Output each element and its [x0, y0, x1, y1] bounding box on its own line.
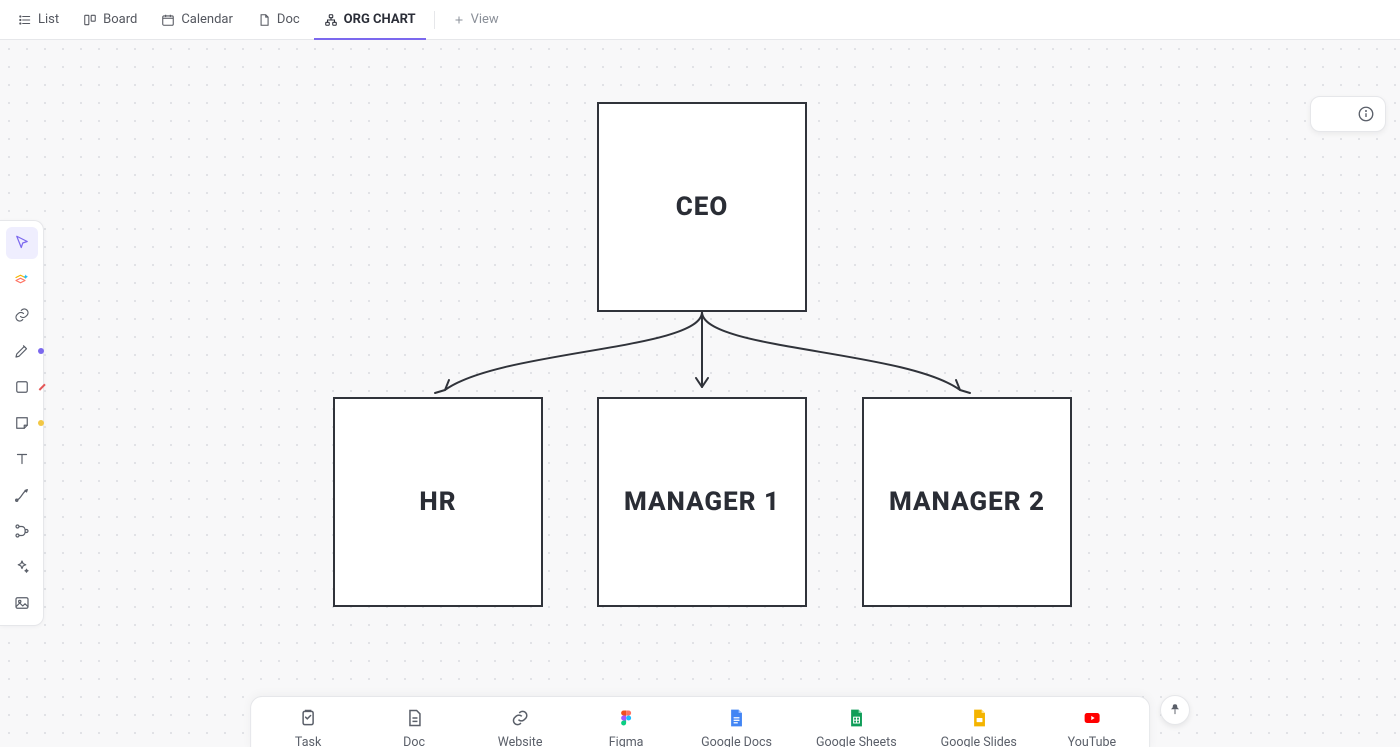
pin-button[interactable] — [1160, 695, 1190, 725]
plus-icon — [453, 14, 465, 26]
embed-label: Google Slides — [941, 735, 1017, 747]
add-view-button[interactable]: View — [443, 0, 509, 40]
embed-figma[interactable]: Figma — [595, 707, 657, 747]
add-view-label: View — [471, 12, 499, 27]
embed-label: Figma — [609, 735, 644, 747]
list-icon — [18, 13, 32, 27]
embed-google-sheets[interactable]: Google Sheets — [816, 707, 897, 747]
whiteboard-canvas[interactable]: CEO HR MANAGER 1 MANAGER 2 Task Doc Webs… — [0, 40, 1400, 747]
view-tab-list[interactable]: List — [8, 0, 69, 40]
board-icon — [83, 13, 97, 27]
divider — [434, 11, 435, 29]
embed-label: YouTube — [1068, 735, 1117, 747]
org-node-label: HR — [419, 487, 456, 517]
embed-label: Google Docs — [701, 735, 772, 747]
view-tab-label: List — [38, 12, 59, 27]
embed-task[interactable]: Task — [277, 707, 339, 747]
youtube-icon — [1082, 708, 1102, 728]
org-node-label: MANAGER 1 — [624, 487, 780, 517]
embed-google-slides[interactable]: Google Slides — [941, 707, 1017, 747]
embed-label: Task — [295, 735, 321, 747]
org-node-manager-1[interactable]: MANAGER 1 — [597, 397, 807, 607]
embed-youtube[interactable]: YouTube — [1061, 707, 1123, 747]
org-chart: CEO HR MANAGER 1 MANAGER 2 — [0, 40, 1400, 747]
info-icon — [1357, 105, 1375, 123]
view-tab-label: ORG CHART — [344, 12, 416, 27]
info-button[interactable] — [1310, 96, 1386, 132]
view-tab-board[interactable]: Board — [73, 0, 147, 40]
doc2-icon — [404, 708, 424, 728]
link2-icon — [510, 708, 530, 728]
gdocs-icon — [727, 708, 747, 728]
task-icon — [298, 708, 318, 728]
calendar-icon — [161, 13, 175, 27]
figma-icon — [616, 708, 636, 728]
org-node-ceo[interactable]: CEO — [597, 102, 807, 312]
gsheets-icon — [846, 708, 866, 728]
views-bar: List Board Calendar Doc ORG CHART View — [0, 0, 1400, 40]
embed-label: Google Sheets — [816, 735, 897, 747]
view-tab-calendar[interactable]: Calendar — [151, 0, 243, 40]
view-tab-doc[interactable]: Doc — [247, 0, 310, 40]
pin-icon — [1168, 703, 1182, 717]
gslides-icon — [969, 708, 989, 728]
embed-google-docs[interactable]: Google Docs — [701, 707, 772, 747]
org-node-manager-2[interactable]: MANAGER 2 — [862, 397, 1072, 607]
embed-label: Doc — [403, 735, 425, 747]
embed-label: Website — [498, 735, 543, 747]
view-tab-label: Calendar — [181, 12, 233, 27]
embed-bar: Task Doc Website Figma Google Docs Googl… — [250, 696, 1150, 747]
view-tab-label: Doc — [277, 12, 300, 27]
org-node-label: MANAGER 2 — [889, 487, 1045, 517]
org-node-label: CEO — [676, 192, 729, 222]
embed-doc[interactable]: Doc — [383, 707, 445, 747]
org-chart-icon — [324, 13, 338, 27]
view-tab-label: Board — [103, 12, 137, 27]
embed-website[interactable]: Website — [489, 707, 551, 747]
org-node-hr[interactable]: HR — [333, 397, 543, 607]
doc-icon — [257, 13, 271, 27]
view-tab-org-chart[interactable]: ORG CHART — [314, 0, 426, 40]
